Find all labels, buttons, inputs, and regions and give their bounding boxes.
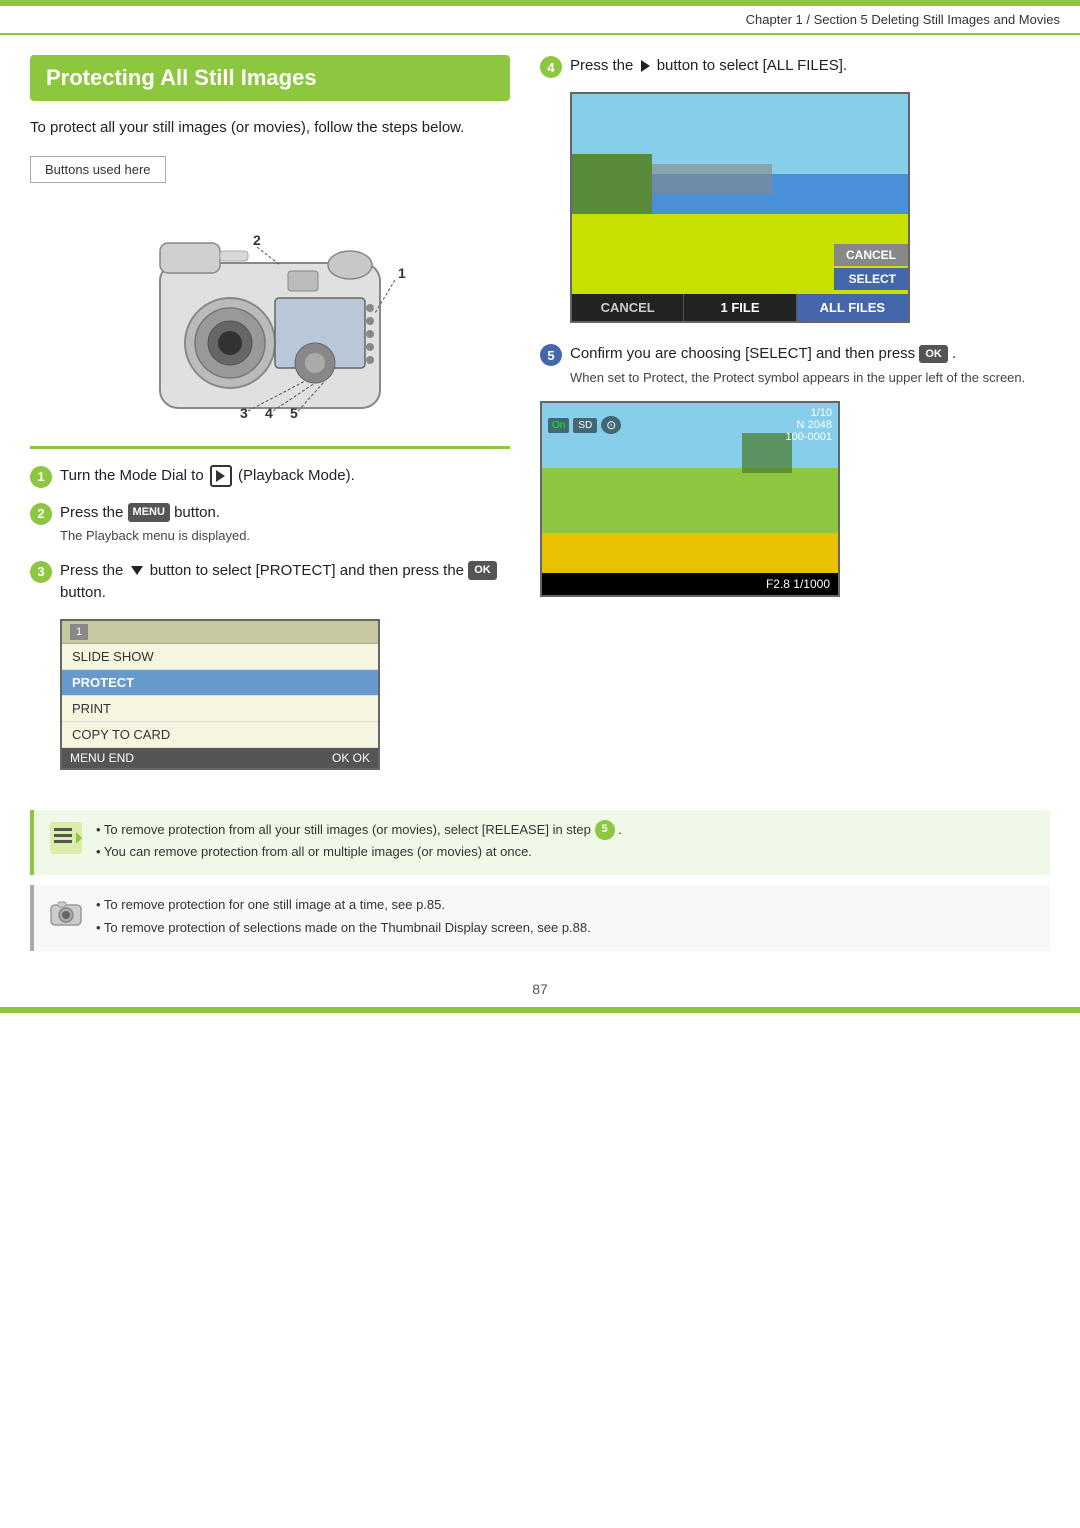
step-4-num: 4 bbox=[540, 56, 562, 78]
step-4-text: Press the button to select [ALL FILES]. bbox=[570, 55, 847, 78]
protect-top-right: 1/10 N 2048 100-0001 bbox=[786, 407, 833, 443]
step-2-sub: The Playback menu is displayed. bbox=[60, 526, 250, 546]
menu-badge: MENU bbox=[128, 503, 170, 522]
step-5-text: Confirm you are choosing [SELECT] and th… bbox=[570, 343, 1025, 387]
step-2-num: 2 bbox=[30, 503, 52, 525]
cam-icon: ⊙ bbox=[601, 416, 621, 434]
camera-svg: 1 2 3 4 5 bbox=[120, 203, 420, 423]
playback-mode-icon bbox=[210, 465, 232, 487]
af-allfiles-btn: ALL FILES bbox=[797, 294, 908, 321]
green-divider bbox=[30, 446, 510, 449]
step-3-num: 3 bbox=[30, 561, 52, 583]
svg-text:4: 4 bbox=[265, 405, 273, 421]
file-name: 100-0001 bbox=[786, 431, 833, 443]
allfiles-top-buttons: CANCEL SELECT bbox=[834, 244, 908, 290]
notes-section: • To remove protection from all your sti… bbox=[30, 810, 1050, 951]
section-title: Protecting All Still Images bbox=[30, 55, 510, 101]
af-cancel-top: CANCEL bbox=[834, 244, 908, 266]
menu-footer-right: OK OK bbox=[332, 751, 370, 765]
page-number: 87 bbox=[0, 971, 1080, 1007]
note-1-bullet-1: • To remove protection from all your sti… bbox=[96, 820, 622, 841]
protect-icon-group: On SD ⊙ bbox=[548, 416, 621, 434]
step-3: 3 Press the button to select [PROTECT] a… bbox=[30, 560, 510, 605]
step-5-num: 5 bbox=[540, 344, 562, 366]
file-num: N 2048 bbox=[786, 419, 833, 431]
af-select-top: SELECT bbox=[834, 268, 908, 290]
svg-text:2: 2 bbox=[253, 232, 261, 248]
buttons-used-box: Buttons used here bbox=[30, 156, 166, 183]
right-arrow-icon bbox=[641, 60, 650, 72]
note-box-1: • To remove protection from all your sti… bbox=[30, 810, 1050, 876]
step-4: 4 Press the button to select [ALL FILES]… bbox=[540, 55, 1040, 78]
header-bar: Chapter 1 / Section 5 Deleting Still Ima… bbox=[0, 6, 1080, 35]
camera-icon-svg bbox=[48, 895, 84, 931]
ok-badge-step3: OK bbox=[468, 561, 497, 580]
intro-text: To protect all your still images (or mov… bbox=[30, 117, 510, 140]
note-icon-camera bbox=[48, 895, 84, 931]
step-5: 5 Confirm you are choosing [SELECT] and … bbox=[540, 343, 1040, 387]
note-box-2: • To remove protection for one still ima… bbox=[30, 885, 1050, 951]
note-2-bullet-1: • To remove protection for one still ima… bbox=[96, 895, 591, 916]
protect-bottom-bar: F2.8 1/1000 bbox=[542, 573, 838, 595]
ok-badge-step5: OK bbox=[919, 345, 948, 364]
allfiles-screen-wrap: CANCEL SELECT CANCEL 1 FILE ALL FILES bbox=[570, 92, 910, 323]
step-3-text: Press the button to select [PROTECT] and… bbox=[60, 560, 510, 605]
step-5-sub: When set to Protect, the Protect symbol … bbox=[570, 368, 1025, 388]
left-column: Protecting All Still Images To protect a… bbox=[30, 55, 510, 770]
right-column: 4 Press the button to select [ALL FILES]… bbox=[540, 55, 1040, 770]
step-1: 1 Turn the Mode Dial to (Playback Mode). bbox=[30, 465, 510, 488]
protect-top-bar: On SD ⊙ 1/10 N 2048 100-0001 bbox=[542, 403, 838, 447]
exposure-info: F2.8 1/1000 bbox=[766, 577, 830, 591]
menu-header: 1 bbox=[62, 621, 378, 644]
step-2-text: Press the MENU button. The Playback menu… bbox=[60, 502, 250, 546]
step-2: 2 Press the MENU button. The Playback me… bbox=[30, 502, 510, 546]
list-icon-svg bbox=[48, 820, 84, 856]
note-text-1: • To remove protection from all your sti… bbox=[96, 820, 622, 866]
down-arrow-icon bbox=[131, 566, 143, 575]
menu-screen: 1 SLIDE SHOW PROTECT PRINT COPY TO CARD … bbox=[60, 619, 380, 770]
note-1-bullet-2: • You can remove protection from all or … bbox=[96, 842, 622, 863]
step-1-num: 1 bbox=[30, 466, 52, 488]
main-content: Protecting All Still Images To protect a… bbox=[0, 35, 1080, 790]
protect-on-icon: On bbox=[548, 418, 569, 433]
af-onefile-btn: 1 FILE bbox=[684, 294, 796, 321]
svg-text:1: 1 bbox=[398, 265, 406, 281]
chapter-text: Chapter 1 / Section 5 Deleting Still Ima… bbox=[746, 12, 1060, 27]
menu-footer-left: MENU END bbox=[70, 751, 134, 765]
menu-item-print: PRINT bbox=[62, 696, 378, 722]
menu-item-copy: COPY TO CARD bbox=[62, 722, 378, 748]
allfiles-bottom-buttons: CANCEL 1 FILE ALL FILES bbox=[572, 294, 908, 321]
menu-footer: MENU END OK OK bbox=[62, 748, 378, 768]
note-icon-list bbox=[48, 820, 84, 856]
protect-photo: On SD ⊙ 1/10 N 2048 100-0001 bbox=[542, 403, 838, 573]
frame-info: 1/10 bbox=[786, 407, 833, 419]
note-2-bullet-2: • To remove protection of selections mad… bbox=[96, 918, 591, 939]
af-cancel-btn: CANCEL bbox=[572, 294, 684, 321]
svg-text:5: 5 bbox=[290, 405, 298, 421]
menu-item-protect: PROTECT bbox=[62, 670, 378, 696]
bottom-border bbox=[0, 1007, 1080, 1013]
allfiles-photo: CANCEL SELECT bbox=[572, 94, 908, 294]
menu-item-slideshow: SLIDE SHOW bbox=[62, 644, 378, 670]
camera-diagram: 1 2 3 4 5 bbox=[30, 203, 510, 426]
step5-ref-badge: 5 bbox=[595, 820, 615, 840]
svg-text:3: 3 bbox=[240, 405, 248, 421]
note-text-2: • To remove protection for one still ima… bbox=[96, 895, 591, 941]
protect-screen: On SD ⊙ 1/10 N 2048 100-0001 F2.8 1/1000 bbox=[540, 401, 840, 597]
sd-icon: SD bbox=[573, 418, 597, 433]
menu-tab: 1 bbox=[70, 624, 88, 640]
step-1-text: Turn the Mode Dial to (Playback Mode). bbox=[60, 465, 355, 488]
allfiles-screen: CANCEL SELECT CANCEL 1 FILE ALL FILES bbox=[570, 92, 910, 323]
